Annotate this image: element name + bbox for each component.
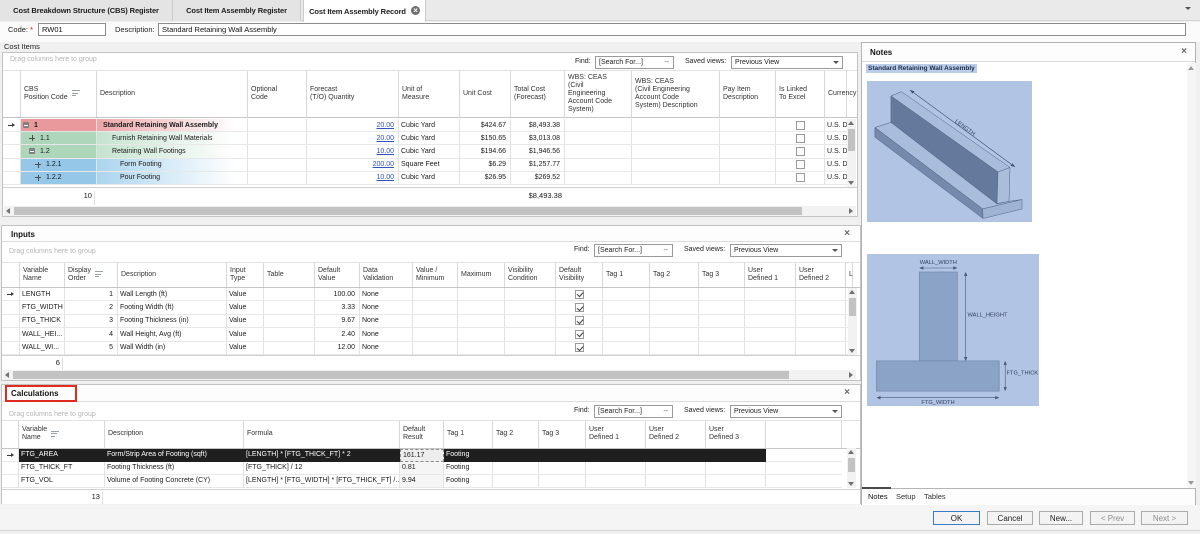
svg-text:WALL_WIDTH: WALL_WIDTH — [920, 260, 957, 266]
svg-text:WALL_HEIGHT: WALL_HEIGHT — [968, 313, 1008, 319]
svg-text:FTG_THICK: FTG_THICK — [1007, 371, 1039, 377]
svg-text:FTG_WIDTH: FTG_WIDTH — [921, 400, 954, 406]
